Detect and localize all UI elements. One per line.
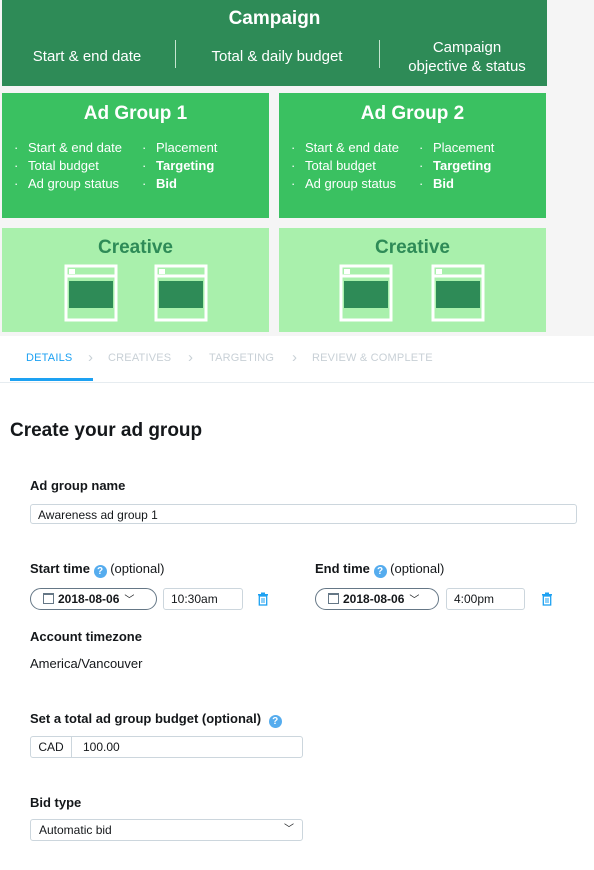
creative-box-1: Creative: [2, 228, 269, 332]
active-step-indicator: [10, 378, 93, 381]
page-title: Create your ad group: [10, 420, 203, 441]
trash-icon[interactable]: [257, 592, 269, 606]
divider: [175, 40, 176, 68]
step-creatives[interactable]: CREATIVES: [108, 352, 171, 364]
list-item: · Start & end date: [291, 140, 399, 155]
ad-structure-diagram: Campaign Start & end date Total & daily …: [0, 0, 594, 336]
progress-steps: DETAILS › CREATIVES › TARGETING › REVIEW…: [0, 336, 594, 383]
budget-label: Set a total ad group budget (optional) ?: [30, 711, 282, 728]
creative-title: Creative: [375, 237, 450, 258]
chevron-right-icon: ›: [188, 349, 193, 366]
campaign-item-objective: Campaign objective & status: [408, 39, 526, 75]
creative-card-icon: [339, 264, 393, 322]
list-item: · Start & end date: [14, 140, 122, 155]
ad-group-name-input[interactable]: Awareness ad group 1: [30, 504, 577, 524]
end-time-input[interactable]: 4:00pm: [446, 588, 525, 610]
help-icon[interactable]: ?: [268, 715, 282, 728]
calendar-icon: [328, 593, 339, 604]
help-icon[interactable]: ?: [373, 565, 387, 578]
ad-group-title: Ad Group 2: [360, 103, 465, 124]
divider: [379, 40, 380, 68]
ad-group-left-list: · Start & end date · Total budget · Ad grou…: [14, 139, 122, 193]
help-icon[interactable]: ?: [93, 565, 107, 578]
list-item: · Placement: [419, 140, 495, 155]
chevron-down-icon: ﹀: [124, 595, 135, 606]
list-item: · Total budget: [14, 158, 99, 173]
bid-type-label: Bid type: [30, 795, 82, 810]
campaign-item-budget: Total & daily budget: [211, 48, 343, 65]
end-time-label: End time ? (optional): [315, 561, 445, 578]
chevron-down-icon: ﹀: [284, 824, 294, 835]
ad-group-right-list: · Placement · Targeting · Bid: [419, 139, 494, 193]
account-timezone-label: Account timezone: [30, 629, 142, 644]
campaign-box: Campaign Start & end date Total & daily …: [2, 0, 547, 86]
list-item: · Targeting: [142, 158, 215, 173]
list-item: · Ad group status: [14, 176, 120, 191]
creative-title: Creative: [98, 237, 173, 258]
creative-card-icon: [154, 264, 208, 322]
step-review-complete[interactable]: REVIEW & COMPLETE: [312, 352, 433, 364]
currency-code: CAD: [31, 737, 72, 757]
step-details[interactable]: DETAILS: [26, 352, 72, 364]
start-time-input[interactable]: 10:30am: [163, 588, 243, 610]
start-time-label: Start time ? (optional): [30, 561, 165, 578]
list-item: · Targeting: [419, 158, 492, 173]
account-timezone-value: America/Vancouver: [30, 656, 143, 671]
campaign-item-dates: Start & end date: [32, 48, 142, 65]
list-item: · Ad group status: [291, 176, 397, 191]
end-date-picker[interactable]: 2018-08-06 ﹀: [315, 588, 439, 610]
creative-card-icon: [431, 264, 485, 322]
creative-box-2: Creative: [279, 228, 546, 332]
chevron-down-icon: ﹀: [409, 595, 420, 606]
campaign-title: Campaign: [228, 8, 321, 29]
bid-type-value: Automatic bid: [39, 823, 112, 837]
budget-amount[interactable]: 100.00: [83, 737, 120, 757]
ad-group-right-list: · Placement · Targeting · Bid: [142, 139, 217, 193]
ad-group-1-box: Ad Group 1 · Start & end date · Total budg…: [2, 93, 269, 218]
ad-group-title: Ad Group 1: [83, 103, 188, 124]
ad-group-name-label: Ad group name: [30, 478, 126, 493]
start-date-picker[interactable]: 2018-08-06 ﹀: [30, 588, 157, 610]
trash-icon[interactable]: [541, 592, 553, 606]
ad-group-left-list: · Start & end date · Total budget · Ad grou…: [291, 139, 399, 193]
list-item: · Total budget: [291, 158, 376, 173]
step-targeting[interactable]: TARGETING: [209, 352, 274, 364]
calendar-icon: [43, 593, 54, 604]
list-item: · Placement: [142, 140, 218, 155]
list-item: · Bid: [142, 176, 177, 191]
ad-group-2-box: Ad Group 2 · Start & end date · Total budg…: [279, 93, 546, 218]
list-item: · Bid: [419, 176, 454, 191]
chevron-right-icon: ›: [292, 349, 297, 366]
creative-card-icon: [64, 264, 118, 322]
chevron-right-icon: ›: [88, 349, 93, 366]
budget-input[interactable]: CAD 100.00: [30, 736, 303, 758]
bid-type-select[interactable]: Automatic bid ﹀: [30, 819, 303, 841]
